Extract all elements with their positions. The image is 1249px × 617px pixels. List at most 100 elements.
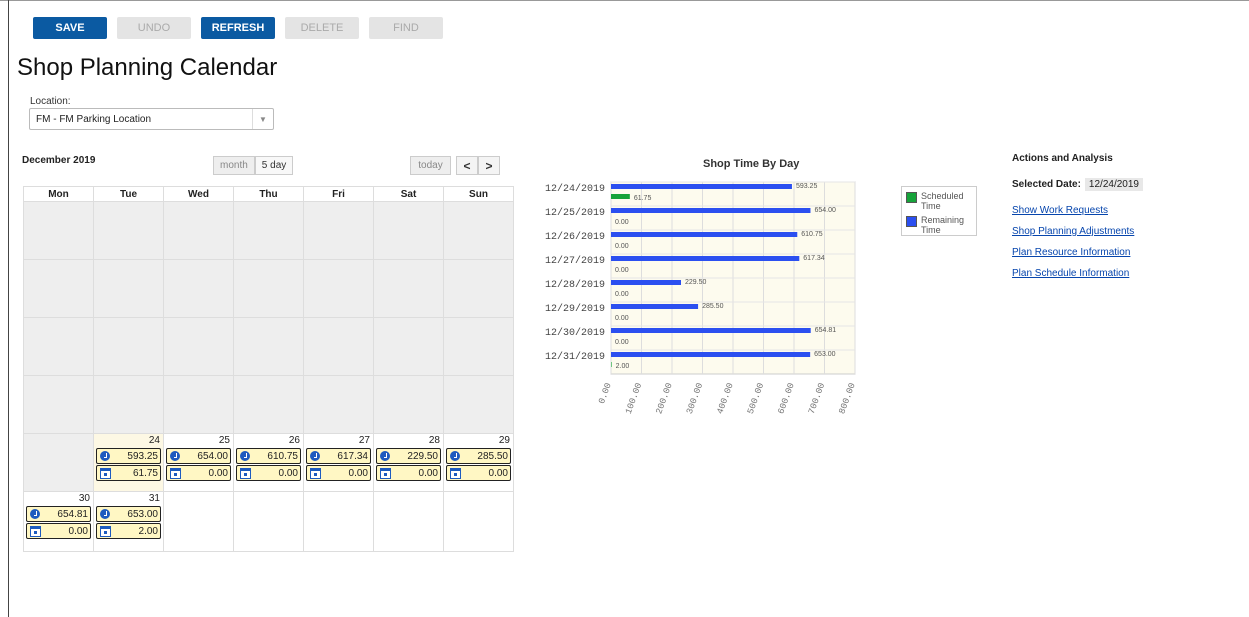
empty-day-cell: [303, 201, 374, 260]
show-work-requests-link[interactable]: Show Work Requests: [1012, 205, 1143, 216]
five-day-view-button[interactable]: 5 day: [254, 156, 294, 175]
clock-icon: [30, 509, 40, 519]
day-cell-30[interactable]: 30 654.81 0.00: [23, 491, 94, 552]
location-select[interactable]: FM - FM Parking Location ▼: [29, 108, 274, 130]
empty-day-cell: [233, 375, 304, 434]
undo-button[interactable]: UNDO: [117, 17, 191, 39]
prev-button[interactable]: <: [456, 156, 478, 175]
bar-label-remaining: 617.34: [803, 255, 825, 262]
legend-swatch-scheduled: [906, 192, 917, 203]
bar-label-remaining: 593.25: [796, 183, 818, 190]
actions-panel: Actions and Analysis Selected Date: 12/2…: [1012, 153, 1143, 279]
calendar-week-row: 30 654.81 0.00 31 653.00 2.00: [23, 491, 514, 552]
calendar-week-row: [23, 259, 514, 318]
empty-day-cell: [373, 201, 444, 260]
find-button[interactable]: FIND: [369, 17, 443, 39]
delete-button[interactable]: DELETE: [285, 17, 359, 39]
scheduled-time-chip[interactable]: 654.81: [26, 506, 91, 522]
remaining-time-chip[interactable]: 61.75: [96, 465, 161, 481]
refresh-button[interactable]: REFRESH: [201, 17, 275, 39]
y-tick-label: 12/28/2019: [545, 279, 605, 291]
remaining-time-chip[interactable]: 0.00: [236, 465, 301, 481]
chevron-down-icon[interactable]: ▼: [252, 109, 273, 129]
bar-remaining: [611, 184, 792, 189]
remaining-time-value: 0.00: [68, 525, 88, 537]
month-view-button[interactable]: month: [213, 156, 255, 175]
empty-day-cell: [233, 259, 304, 318]
empty-day-cell: [23, 259, 94, 318]
legend-item-scheduled: Scheduled Time: [902, 187, 976, 211]
remaining-time-chip[interactable]: 0.00: [376, 465, 441, 481]
today-button[interactable]: today: [410, 156, 451, 175]
weekday-header: Sat: [373, 186, 444, 202]
empty-day-cell: [93, 201, 164, 260]
selected-date-value: 12/24/2019: [1084, 178, 1143, 191]
calendar-icon: [380, 467, 391, 479]
legend-label: Remaining Time: [921, 215, 965, 235]
scheduled-time-chip[interactable]: 285.50: [446, 448, 511, 464]
bar-scheduled: [611, 362, 612, 367]
plan-schedule-information-link[interactable]: Plan Schedule Information: [1012, 268, 1143, 279]
weekday-header: Mon: [23, 186, 94, 202]
empty-day-cell: [303, 491, 374, 552]
clock-icon: [380, 451, 390, 461]
bar-label-scheduled: 0.00: [615, 339, 629, 346]
scheduled-time-value: 653.00: [127, 508, 158, 520]
scheduled-time-chip[interactable]: 617.34: [306, 448, 371, 464]
location-label: Location:: [30, 96, 71, 107]
empty-day-cell: [163, 259, 234, 318]
day-cell-27[interactable]: 27 617.34 0.00: [303, 433, 374, 492]
remaining-time-value: 0.00: [418, 467, 438, 479]
bar-label-remaining: 610.75: [801, 231, 823, 238]
weekday-header: Sun: [443, 186, 514, 202]
shop-planning-adjustments-link[interactable]: Shop Planning Adjustments: [1012, 226, 1143, 237]
empty-day-cell: [233, 491, 304, 552]
save-button[interactable]: SAVE: [33, 17, 107, 39]
day-cell-31[interactable]: 31 653.00 2.00: [93, 491, 164, 552]
scheduled-time-value: 617.34: [337, 450, 368, 462]
day-cell-26[interactable]: 26 610.75 0.00: [233, 433, 304, 492]
empty-day-cell: [163, 491, 234, 552]
scheduled-time-chip[interactable]: 229.50: [376, 448, 441, 464]
remaining-time-value: 61.75: [132, 467, 158, 479]
remaining-time-chip[interactable]: 0.00: [446, 465, 511, 481]
bar-label-scheduled: 2.00: [616, 363, 630, 370]
next-button[interactable]: >: [478, 156, 500, 175]
day-cell-28[interactable]: 28 229.50 0.00: [373, 433, 444, 492]
x-tick-label: 0.00: [597, 382, 614, 406]
empty-day-cell: [93, 259, 164, 318]
scheduled-time-chip[interactable]: 593.25: [96, 448, 161, 464]
scheduled-time-chip[interactable]: 654.00: [166, 448, 231, 464]
day-number: 26: [288, 435, 300, 446]
bar-label-scheduled: 0.00: [615, 291, 629, 298]
remaining-time-chip[interactable]: 0.00: [26, 523, 91, 539]
day-cell-25[interactable]: 25 654.00 0.00: [163, 433, 234, 492]
day-cell-24[interactable]: 24 593.25 61.75: [93, 433, 164, 492]
scheduled-time-value: 593.25: [127, 450, 158, 462]
remaining-time-chip[interactable]: 0.00: [166, 465, 231, 481]
selected-date-row: Selected Date: 12/24/2019: [1012, 178, 1143, 191]
bar-remaining: [611, 256, 800, 261]
plan-resource-information-link[interactable]: Plan Resource Information: [1012, 247, 1143, 258]
bar-remaining: [611, 280, 681, 285]
empty-day-cell: [93, 317, 164, 376]
y-tick-label: 12/30/2019: [545, 327, 605, 339]
day-cell-29[interactable]: 29 285.50 0.00: [443, 433, 514, 492]
bar-scheduled: [611, 194, 630, 199]
empty-day-cell: [443, 375, 514, 434]
scheduled-time-chip[interactable]: 610.75: [236, 448, 301, 464]
remaining-time-value: 0.00: [278, 467, 298, 479]
bar-label-remaining: 654.81: [815, 327, 837, 334]
scheduled-time-chip[interactable]: 653.00: [96, 506, 161, 522]
clock-icon: [240, 451, 250, 461]
remaining-time-chip[interactable]: 0.00: [306, 465, 371, 481]
x-tick-label: 300.00: [685, 382, 705, 416]
remaining-time-chip[interactable]: 2.00: [96, 523, 161, 539]
calendar-week-row: [23, 375, 514, 434]
empty-day-cell: [373, 491, 444, 552]
weekday-header: Fri: [303, 186, 374, 202]
calendar-icon: [450, 467, 461, 479]
x-tick-label: 100.00: [624, 382, 644, 416]
empty-day-cell: [163, 375, 234, 434]
clock-icon: [100, 509, 110, 519]
